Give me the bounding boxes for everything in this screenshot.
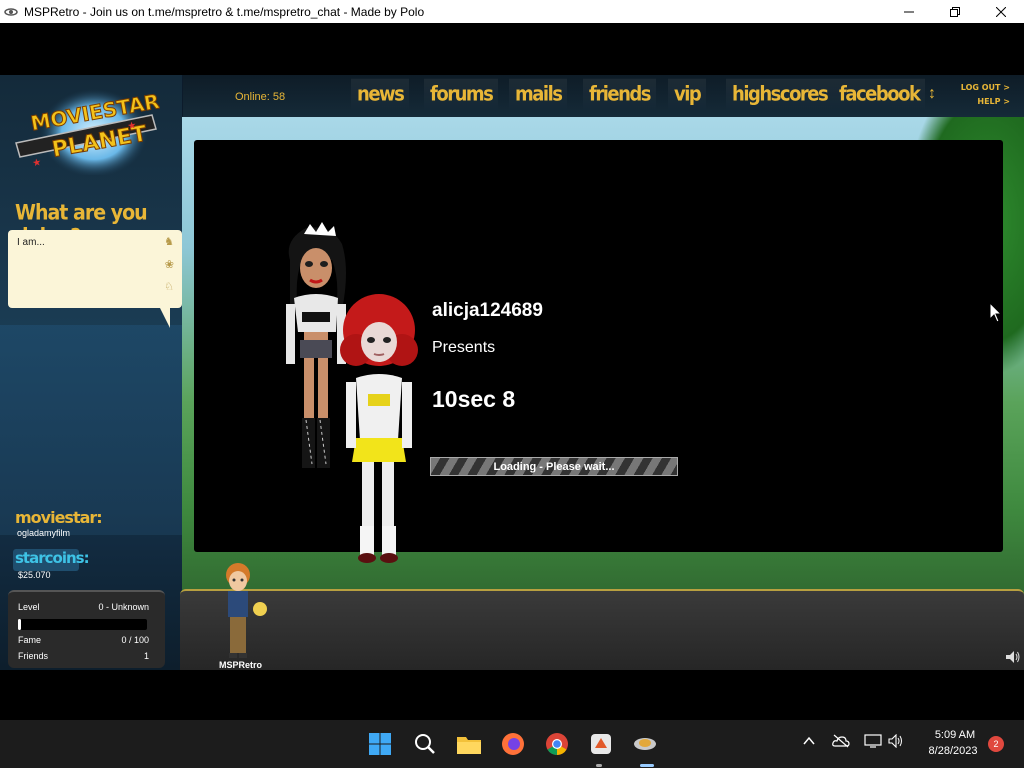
clock-date[interactable]: 8/28/2023 [918, 745, 988, 757]
avatar-name: MSPRetro [219, 660, 263, 670]
loading-bar: Loading - Please wait... [430, 457, 678, 476]
left-panel: MOVIESTAR PLANET ★ ★ What are you doing?… [0, 75, 182, 670]
sound-icon[interactable] [1006, 651, 1020, 663]
firefox-button[interactable] [499, 730, 527, 758]
onedrive-icon[interactable] [832, 734, 850, 748]
fame-row: Fame 0 / 100 [18, 635, 149, 645]
dog-icon[interactable]: ♘ [164, 280, 174, 293]
online-count: Online: 58 [235, 91, 286, 103]
help-link[interactable]: HELP > [977, 97, 1010, 106]
volume-icon[interactable] [888, 734, 904, 748]
notification-badge[interactable]: 2 [988, 736, 1004, 752]
moviestar-name: ogladamyfilm [17, 528, 71, 538]
close-icon [996, 6, 1006, 17]
chevron-up-icon[interactable] [802, 734, 816, 748]
active-app-indicator [640, 764, 654, 767]
search-button[interactable] [411, 730, 439, 758]
window-titlebar: MSPRetro - Join us on t.me/mspretro & t.… [0, 0, 1024, 23]
nav-forums[interactable]: forums [424, 78, 499, 114]
window-title: MSPRetro - Join us on t.me/mspretro & t.… [24, 4, 425, 19]
status-text: I am... [17, 237, 45, 248]
taskbar: 5:09 AM 8/28/2023 2 [0, 720, 1024, 768]
chrome-button[interactable] [543, 730, 571, 758]
firefox-icon [502, 733, 524, 755]
mspretro-taskbar-button[interactable] [631, 730, 659, 758]
status-input[interactable]: I am... ♞ ❀ ♘ [8, 230, 182, 308]
nav-mails[interactable]: mails [509, 78, 568, 114]
maximize-button[interactable] [932, 0, 978, 23]
start-button[interactable] [366, 730, 394, 758]
close-button[interactable] [978, 0, 1024, 23]
level-progress-fill [18, 619, 21, 630]
app-icon [591, 734, 611, 754]
nav-friends[interactable]: friends [583, 78, 656, 114]
speech-bubble-tail [160, 308, 170, 328]
avatar-red-hair[interactable] [336, 290, 422, 570]
sheep-icon[interactable]: ❀ [165, 258, 174, 271]
nav-highscores[interactable]: highscores [726, 78, 834, 114]
logout-link[interactable]: LOG OUT > [961, 83, 1010, 92]
minimize-button[interactable] [886, 0, 932, 23]
level-progress-bar [18, 619, 147, 630]
my-avatar[interactable] [220, 561, 272, 661]
letterbox-top [0, 23, 1024, 75]
level-value: 0 - Unknown [98, 602, 149, 612]
level-row: Level 0 - Unknown [18, 602, 149, 612]
presents-text: Presents [432, 339, 496, 356]
svg-text:★: ★ [127, 120, 138, 132]
starcoins-label: starcoins: [13, 549, 90, 571]
movie-title: 10sec 8 [432, 386, 516, 412]
starcoins-value: $25.070 [18, 570, 51, 580]
presenter-name: alicja124689 [432, 300, 543, 321]
restore-icon [950, 6, 960, 17]
search-icon [415, 734, 435, 754]
nav-vip[interactable]: vip [668, 78, 707, 114]
movie-loading-popup: alicja124689 Presents 10sec 8 Loading - … [194, 140, 1003, 563]
level-label: Level [18, 602, 40, 612]
chat-bar [180, 589, 1024, 670]
mspretro-icon [634, 738, 656, 750]
fame-label: Fame [18, 635, 42, 645]
fame-value: 0 / 100 [121, 635, 149, 645]
app-icon [4, 7, 18, 16]
open-app-indicator [596, 764, 602, 767]
app-button[interactable] [587, 730, 615, 758]
windows-icon [369, 733, 391, 755]
file-explorer-button[interactable] [455, 730, 483, 758]
moviestar-label: moviestar: [15, 508, 103, 527]
network-icon[interactable] [864, 734, 882, 748]
folder-icon [457, 737, 481, 754]
friends-value: 1 [143, 651, 149, 661]
chrome-icon [546, 733, 568, 755]
loading-text: Loading - Please wait... [493, 460, 615, 473]
moviestar-planet-logo[interactable]: MOVIESTAR PLANET ★ ★ [12, 85, 160, 175]
clock-time[interactable]: 5:09 AM [920, 729, 990, 741]
friends-label: Friends [18, 651, 49, 661]
nav-news[interactable]: news [351, 78, 410, 114]
svg-text:★: ★ [32, 157, 43, 169]
minimize-icon [904, 11, 914, 12]
nav-facebook[interactable]: facebook [833, 78, 926, 114]
game-area: MOVIESTAR PLANET ★ ★ What are you doing?… [0, 75, 1024, 670]
top-nav: Online: 58 news forums mails friends vip… [183, 75, 1024, 117]
stats-panel: Level 0 - Unknown Fame 0 / 100 Friends 1 [8, 590, 165, 668]
friends-row: Friends 1 [18, 651, 149, 661]
resize-arrow-icon[interactable]: ↕ [928, 85, 936, 103]
giraffe-icon[interactable]: ♞ [164, 235, 174, 248]
mouse-cursor-icon [990, 303, 1002, 323]
panel-water [0, 325, 182, 535]
